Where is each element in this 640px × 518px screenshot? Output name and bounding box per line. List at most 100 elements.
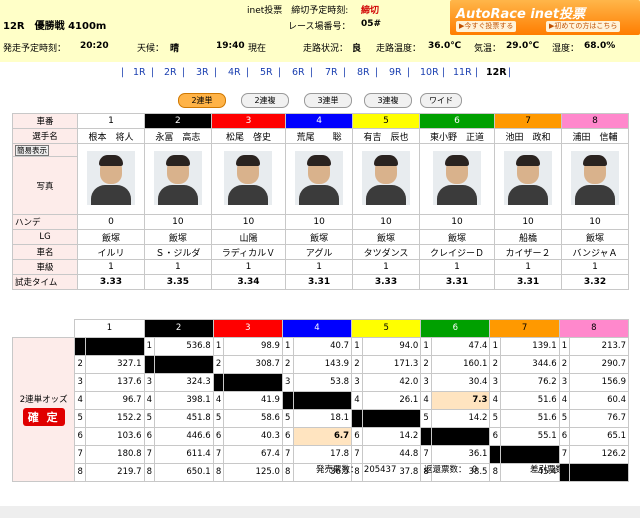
odds-value[interactable]: 51.6	[500, 408, 560, 428]
odds-type-label: 2連単オッズ	[19, 394, 68, 405]
odds-value[interactable]: 51.6	[500, 390, 560, 410]
autorace-inet-logo[interactable]: AutoRace inet投票 ▶今すぐ投票する ▶初めての方はこちら	[450, 0, 640, 35]
start-label: 発走予定時刻：	[3, 44, 67, 54]
odds-value[interactable]	[223, 372, 283, 392]
racer-photo-image	[433, 150, 482, 205]
odds-value[interactable]	[361, 408, 422, 428]
odds-value[interactable]	[500, 444, 560, 464]
racer-name: 松尾 啓史	[210, 128, 287, 144]
odds-value[interactable]: 41.9	[223, 390, 283, 410]
nav-separator: |	[407, 67, 411, 78]
odds-value[interactable]: 76.7	[569, 408, 629, 428]
odds-value[interactable]: 40.7	[292, 336, 353, 356]
odds-value[interactable]: 290.7	[569, 354, 629, 374]
odds-value[interactable]: 18.1	[292, 408, 353, 428]
odds-value[interactable]: 14.2	[431, 408, 491, 428]
odds-value[interactable]: 137.6	[85, 372, 145, 392]
odds-value[interactable]: 47.4	[431, 336, 491, 356]
race-link-11r[interactable]: 11R	[453, 62, 472, 84]
odds-value[interactable]: 58.6	[223, 408, 283, 428]
race-link-9r[interactable]: 9R	[389, 62, 402, 84]
first-time-button[interactable]: ▶初めての方はこちら	[546, 21, 621, 32]
odds-value[interactable]: 398.1	[154, 390, 214, 410]
odds-value[interactable]: 344.6	[500, 354, 560, 374]
handicap-value: 10	[143, 214, 212, 230]
odds-value[interactable]: 67.4	[223, 444, 283, 464]
car-no-label: 車番	[12, 113, 78, 129]
odds-value[interactable]: 65.1	[569, 426, 629, 446]
odds-value[interactable]: 126.2	[569, 444, 629, 464]
odds-value[interactable]: 44.8	[361, 444, 422, 464]
vote-now-button[interactable]: ▶今すぐ投票する	[456, 21, 517, 32]
race-link-1r[interactable]: 1R	[133, 62, 146, 84]
odds-value[interactable]: 125.0	[223, 462, 283, 482]
odds-value[interactable]: 26.1	[361, 390, 422, 410]
odds-value[interactable]: 6.7	[292, 426, 353, 446]
odds-value[interactable]: 55.1	[500, 426, 560, 446]
odds-value[interactable]: 40.3	[223, 426, 283, 446]
odds-value[interactable]: 14.2	[361, 426, 422, 446]
odds-value[interactable]: 139.1	[500, 336, 560, 356]
odds-value[interactable]: 60.4	[569, 390, 629, 410]
odds-value[interactable]: 96.7	[85, 390, 145, 410]
odds-value[interactable]: 156.9	[569, 372, 629, 392]
race-link-8r[interactable]: 8R	[357, 62, 370, 84]
odds-second-car: 5	[74, 408, 87, 428]
nav-separator: |	[214, 67, 218, 78]
odds-value[interactable]: 42.0	[361, 372, 422, 392]
odds-value[interactable]: 180.8	[85, 444, 145, 464]
tab-2rentan[interactable]: 2連単	[178, 93, 226, 108]
odds-value[interactable]: 160.1	[431, 354, 491, 374]
odds-second-car: 4	[558, 390, 571, 410]
odds-value[interactable]: 611.4	[154, 444, 214, 464]
odds-value[interactable]: 103.6	[85, 426, 145, 446]
race-link-6r[interactable]: 6R	[292, 62, 305, 84]
odds-value[interactable]: 213.7	[569, 336, 629, 356]
odds-value[interactable]	[85, 336, 145, 356]
odds-value[interactable]: 7.3	[431, 390, 491, 410]
nav-separator: |	[442, 67, 446, 78]
odds-value[interactable]	[431, 426, 491, 446]
odds-value[interactable]: 94.0	[361, 336, 422, 356]
odds-value[interactable]: 451.8	[154, 408, 214, 428]
odds-second-car: 1	[281, 336, 294, 356]
race-link-2r[interactable]: 2R	[164, 62, 177, 84]
odds-value[interactable]: 446.6	[154, 426, 214, 446]
odds-second-car: 3	[281, 372, 294, 392]
race-link-3r[interactable]: 3R	[196, 62, 209, 84]
odds-value[interactable]: 152.2	[85, 408, 145, 428]
simple-display-select[interactable]: 簡易表示	[12, 142, 78, 158]
odds-value[interactable]	[292, 390, 353, 410]
tab-3renpuku[interactable]: 3連複	[364, 93, 412, 108]
racer-name: 浦田 信輔	[561, 128, 629, 144]
odds-value[interactable]: 98.9	[223, 336, 283, 356]
tab-wide[interactable]: ワイド	[420, 93, 462, 108]
odds-value[interactable]: 36.1	[431, 444, 491, 464]
tab-3rentan[interactable]: 3連単	[304, 93, 352, 108]
odds-value[interactable]: 219.7	[85, 462, 145, 482]
odds-value[interactable]: 327.1	[85, 354, 145, 374]
odds-value[interactable]: 171.3	[361, 354, 422, 374]
odds-value[interactable]: 308.7	[223, 354, 283, 374]
odds-col-header: 5	[351, 319, 422, 338]
odds-value[interactable]: 324.3	[154, 372, 214, 392]
trial-time-row: 試走タイム 3.33 3.35 3.34 3.31 3.33 3.31 3.31 3.32	[12, 274, 629, 290]
tab-2renpuku[interactable]: 2連複	[241, 93, 289, 108]
racer-name: 有吉 辰也	[352, 128, 420, 144]
odds-value[interactable]: 536.8	[154, 336, 214, 356]
race-link-12r[interactable]: 12R	[486, 62, 507, 84]
race-link-4r[interactable]: 4R	[228, 62, 241, 84]
odds-value[interactable]	[154, 354, 214, 374]
odds-value[interactable]: 650.1	[154, 462, 214, 482]
odds-value[interactable]: 53.8	[292, 372, 353, 392]
track-value: 良	[352, 44, 362, 54]
odds-value[interactable]: 76.2	[500, 372, 560, 392]
simple-display-label: 簡易表示	[15, 144, 49, 156]
odds-value[interactable]: 30.4	[431, 372, 491, 392]
odds-value[interactable]: 143.9	[292, 354, 353, 374]
odds-value[interactable]: 17.8	[292, 444, 353, 464]
race-link-10r[interactable]: 10R	[420, 62, 439, 84]
racer-name: 荒尾 聡	[285, 128, 354, 144]
race-link-7r[interactable]: 7R	[325, 62, 338, 84]
race-link-5r[interactable]: 5R	[260, 62, 273, 84]
